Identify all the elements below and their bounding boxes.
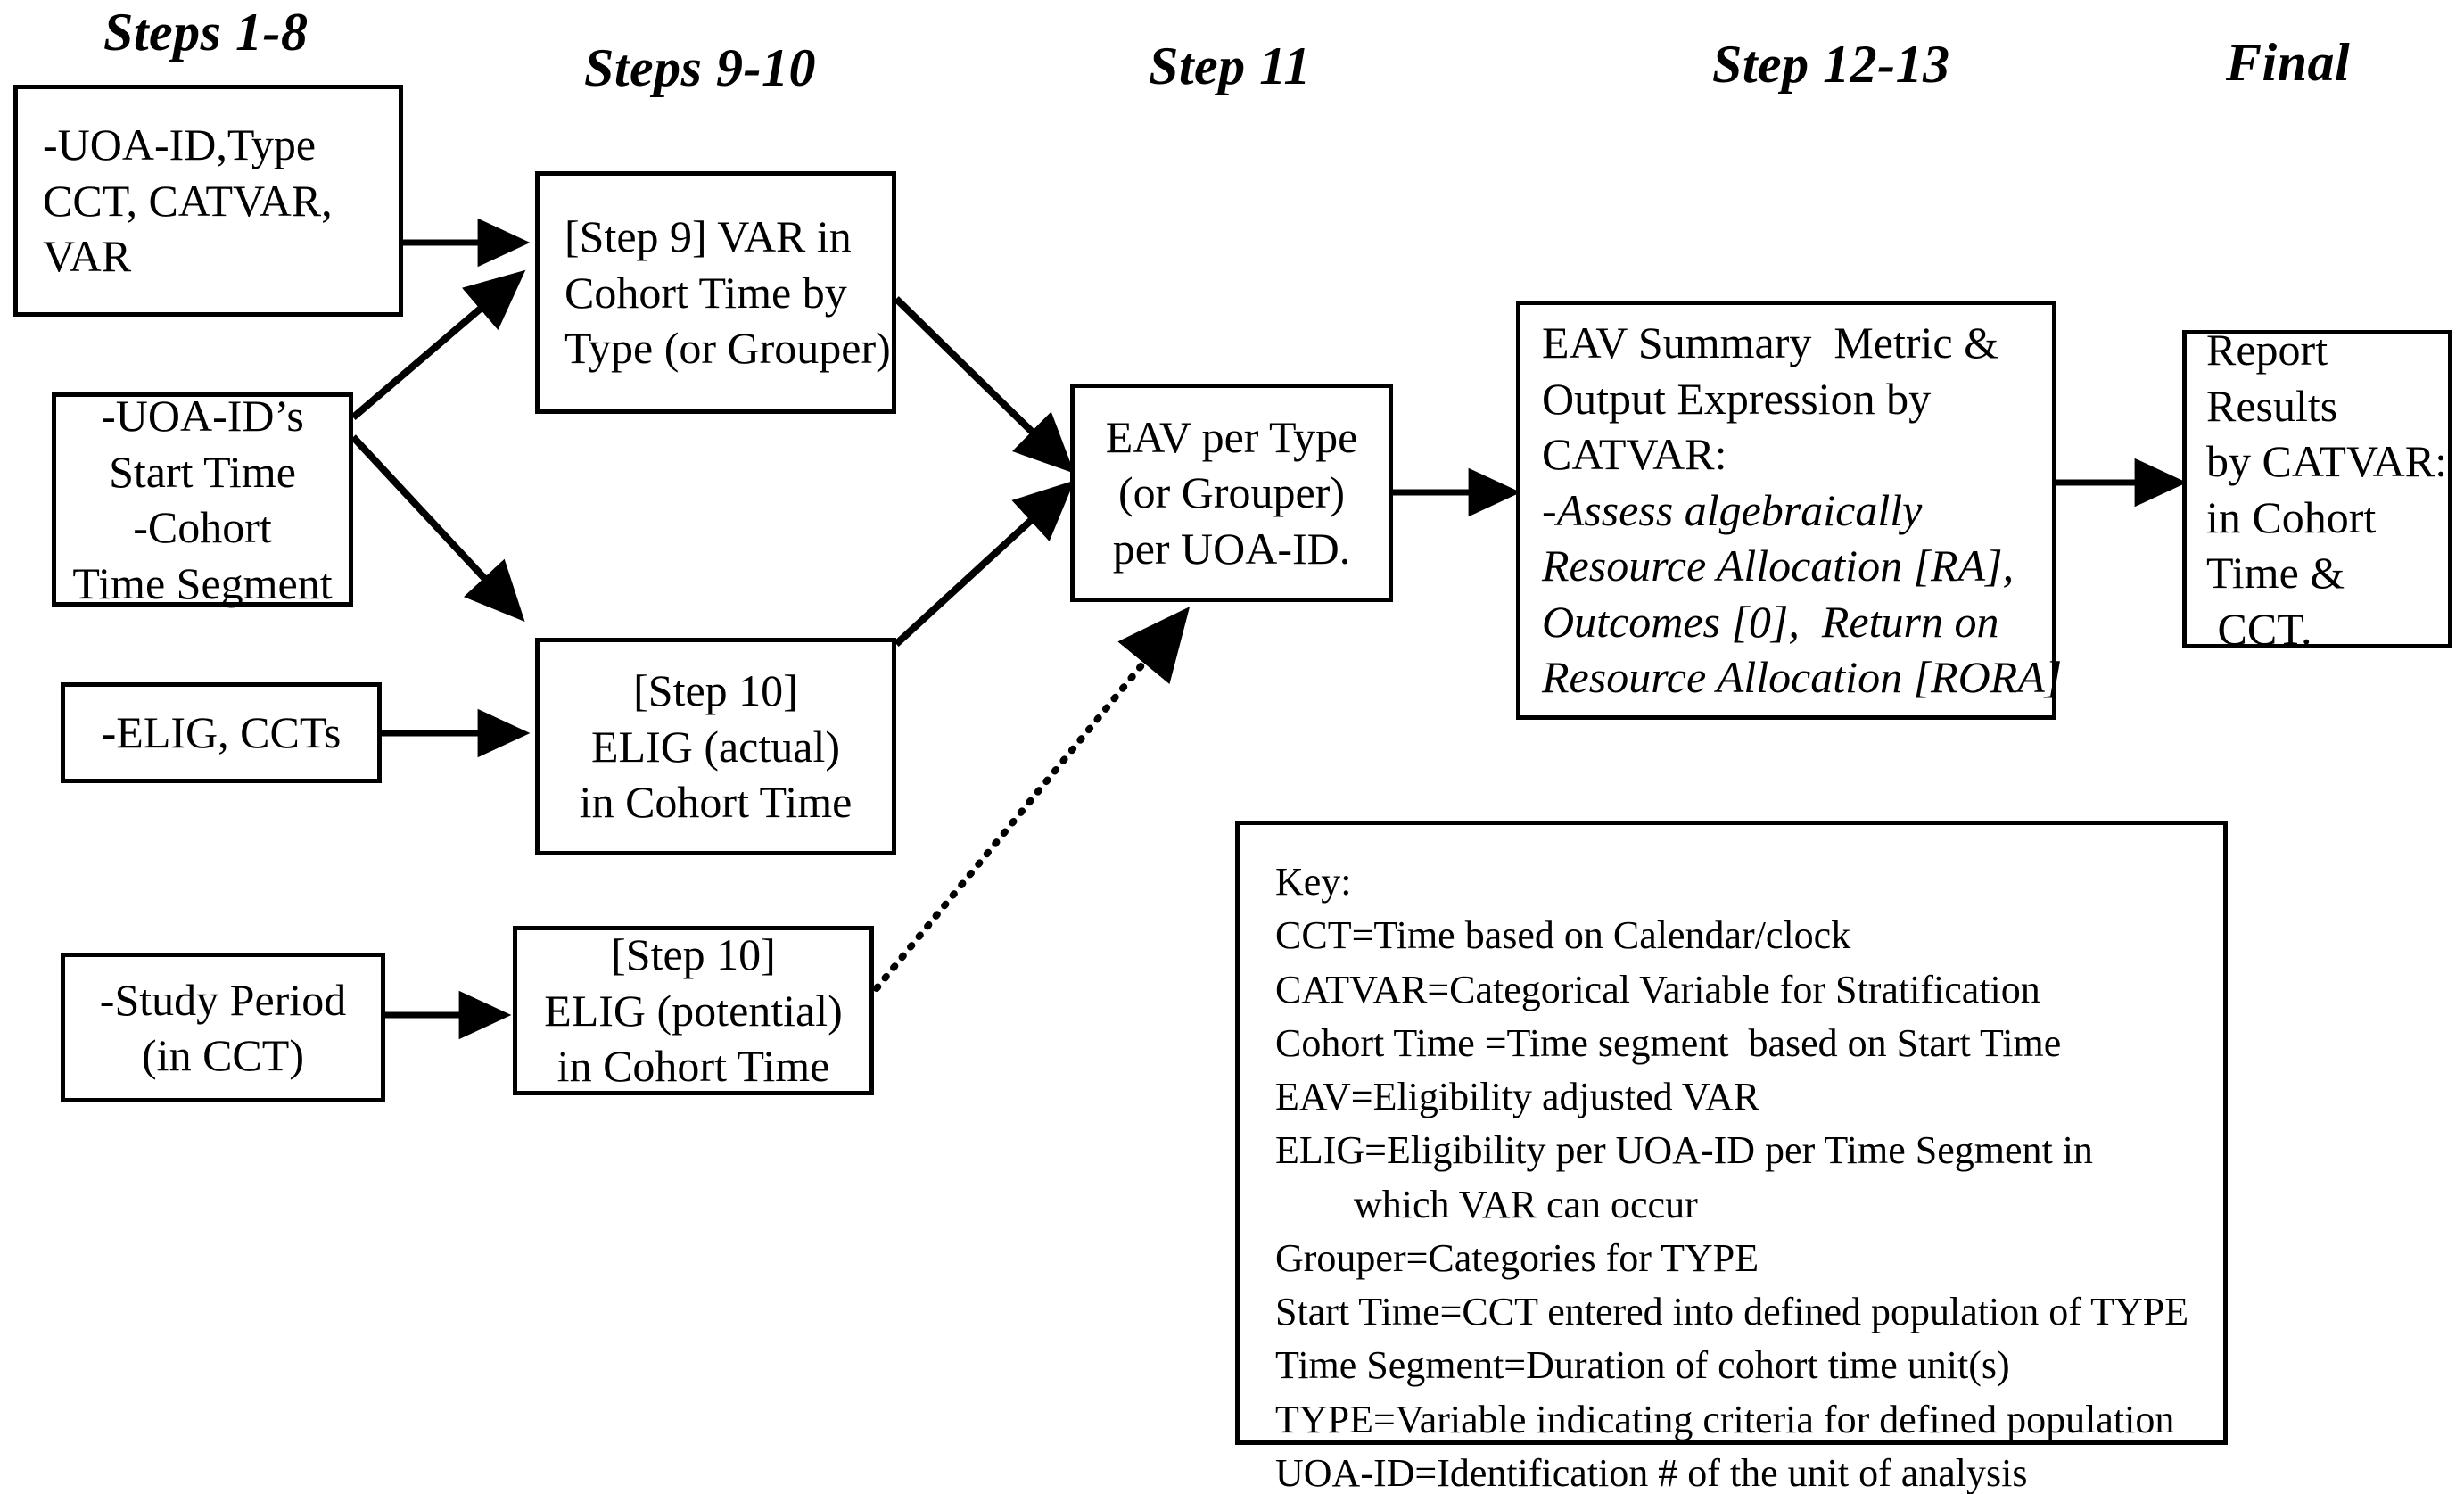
node-line: CATVAR:: [1542, 429, 1727, 480]
node-line: ELIG (potential): [544, 985, 843, 1036]
node-line: Type (or Grouper): [564, 323, 891, 374]
arrow-step9-to-eav: [894, 296, 1075, 474]
node-line: EAV Summary Metric &: [1542, 318, 1999, 368]
node-line: Results: [2206, 380, 2338, 431]
node-line: Cohort Time by: [564, 267, 847, 318]
node-line: Resource Allocation [RORA]: [1542, 652, 2063, 703]
arrow-input2-to-step10-actual: [350, 434, 525, 623]
node-line: ELIG (actual): [590, 721, 840, 772]
node-step-10-elig-actual[interactable]: [Step 10] ELIG (actual) in Cohort Time: [535, 638, 896, 855]
column-header-steps-1-8: Steps 1-8: [103, 3, 309, 62]
node-line: CCT, CATVAR,: [43, 175, 333, 226]
column-header-step-11: Step 11: [1149, 37, 1311, 95]
node-line: Outcomes [0], Return on: [1542, 596, 1999, 647]
key-entry: which VAR can occur: [1275, 1182, 1698, 1226]
node-line: -Assess algebraically: [1542, 484, 1923, 535]
node-step-11-eav-per-type[interactable]: EAV per Type (or Grouper) per UOA-ID.: [1070, 384, 1393, 602]
column-header-step-12-13: Step 12-13: [1712, 35, 1950, 94]
node-step-12-13-eav-summary[interactable]: EAV Summary Metric & Output Expression b…: [1516, 301, 2063, 720]
node-line: (or Grouper): [1117, 467, 1346, 518]
node-line: per UOA-ID.: [1112, 523, 1351, 574]
key-entry: EAV=Eligibility adjusted VAR: [1275, 1075, 1760, 1119]
flowchart-canvas: Steps 1-8 Steps 9-10 Step 11 Step 12-13 …: [0, 0, 2464, 1494]
key-heading: Key:: [1275, 860, 1352, 904]
node-line: Resource Allocation [RA],: [1542, 541, 2015, 591]
node-line: [Step 10]: [633, 665, 798, 716]
node-line: Start Time: [109, 446, 296, 497]
node-step-9-var-cohort-time[interactable]: [Step 9] VAR in Cohort Time by Type (or …: [535, 171, 896, 414]
node-line: Output Expression by: [1542, 373, 1932, 424]
node-line: in Cohort Time: [579, 777, 853, 828]
node-line: -UOA-ID’s: [101, 391, 304, 441]
node-input-elig-ccts[interactable]: -ELIG, CCTs: [61, 682, 382, 783]
node-line: (in CCT): [142, 1030, 304, 1080]
node-line: in Cohort: [2206, 491, 2377, 542]
node-line: -Cohort: [133, 502, 272, 552]
key-entry: Cohort Time =Time segment based on Start…: [1275, 1020, 2062, 1065]
node-input-study-period[interactable]: -Study Period (in CCT): [61, 953, 385, 1102]
key-entry: Grouper=Categories for TYPE: [1275, 1235, 1759, 1280]
node-line: [Step 9] VAR in: [564, 211, 852, 262]
node-line: Report: [2206, 325, 2328, 375]
node-line: [Step 10]: [611, 929, 776, 980]
node-line: -Study Period: [99, 974, 347, 1025]
key-legend-box: Key: CCT=Time based on Calendar/clock CA…: [1235, 821, 2228, 1494]
node-input-uoa-ids-start-time[interactable]: -UOA-ID’s Start Time -Cohort Time Segmen…: [52, 391, 353, 608]
node-line: in Cohort Time: [556, 1041, 830, 1092]
key-entry: CCT=Time based on Calendar/clock: [1275, 913, 1851, 958]
node-line: EAV per Type: [1105, 411, 1358, 462]
key-entry: UOA-ID=Identification # of the unit of a…: [1275, 1450, 2028, 1494]
column-header-steps-9-10: Steps 9-10: [584, 38, 816, 97]
node-line: by CATVAR:: [2206, 436, 2447, 486]
node-final-report-results[interactable]: Report Results by CATVAR: in Cohort Time…: [2182, 325, 2452, 654]
arrow-step10-actual-to-eav: [894, 480, 1075, 647]
node-input-uoa-id-type[interactable]: -UOA-ID,Type CCT, CATVAR, VAR: [13, 85, 403, 317]
key-entry: Start Time=CCT entered into defined popu…: [1275, 1290, 2189, 1334]
key-entry: CATVAR=Categorical Variable for Stratifi…: [1275, 967, 2040, 1011]
node-line: VAR: [43, 231, 132, 282]
node-line: CCT.: [2206, 603, 2312, 654]
arrow-step10-potential-to-eav-dotted: [873, 607, 1191, 992]
column-header-final: Final: [2226, 33, 2351, 92]
key-entry: TYPE=Variable indicating criteria for de…: [1275, 1397, 2175, 1441]
node-line: -UOA-ID,Type: [43, 120, 317, 170]
node-line: -ELIG, CCTs: [101, 707, 342, 758]
key-entry: Time Segment=Duration of cohort time uni…: [1275, 1343, 2010, 1388]
node-line: Time &: [2206, 548, 2345, 598]
node-step-10-elig-potential[interactable]: [Step 10] ELIG (potential) in Cohort Tim…: [513, 926, 874, 1095]
key-entry: ELIG=Eligibility per UOA-ID per Time Seg…: [1275, 1128, 2093, 1173]
node-line: Time Segment: [72, 557, 333, 608]
